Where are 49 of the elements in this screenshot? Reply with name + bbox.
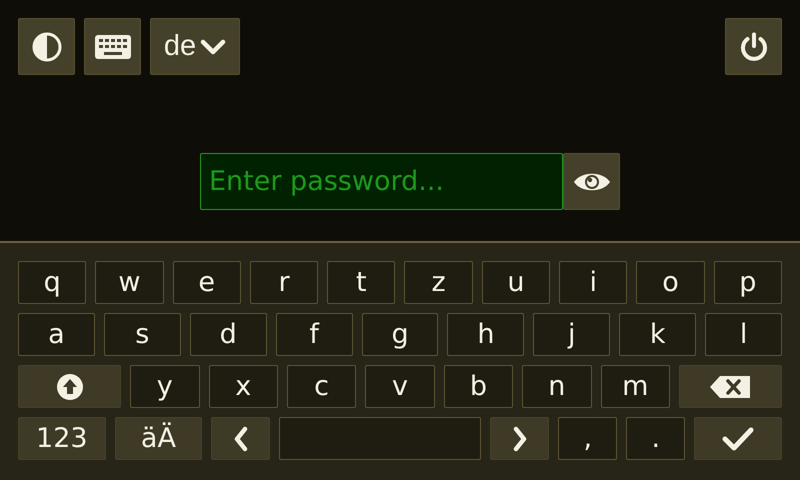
- shift-icon: [56, 372, 84, 400]
- mode-key[interactable]: 123: [18, 417, 106, 460]
- keyboard-key[interactable]: t: [327, 261, 396, 304]
- keyboard-key[interactable]: q: [18, 261, 86, 304]
- right-key[interactable]: [490, 417, 550, 460]
- left-key[interactable]: [211, 417, 270, 460]
- keyboard-key[interactable]: p: [714, 261, 782, 304]
- keyboard-key[interactable]: v: [365, 365, 435, 408]
- keyboard-key[interactable]: j: [533, 313, 610, 356]
- checkmark-icon: [722, 426, 754, 450]
- chevron-right-icon: [512, 426, 528, 452]
- show-password-button[interactable]: [563, 153, 620, 210]
- keyboard-key[interactable]: r: [250, 261, 318, 304]
- keyboard-key[interactable]: n: [522, 365, 592, 408]
- keyboard-key[interactable]: i: [559, 261, 628, 304]
- keyboard-key[interactable]: h: [447, 313, 524, 356]
- keyboard-key[interactable]: ,: [558, 417, 618, 460]
- keyboard-key[interactable]: .: [626, 417, 686, 460]
- keyboard-key[interactable]: f: [276, 313, 353, 356]
- keyboard-key[interactable]: y: [130, 365, 200, 408]
- enter-key[interactable]: [694, 417, 782, 460]
- language-dropdown[interactable]: de: [150, 18, 240, 75]
- mode-key[interactable]: äÄ: [114, 417, 202, 460]
- contrast-button[interactable]: [18, 18, 75, 75]
- keyboard-button[interactable]: [84, 18, 141, 75]
- keyboard-key[interactable]: l: [705, 313, 782, 356]
- shift-key[interactable]: [18, 365, 122, 408]
- keyboard-key[interactable]: b: [444, 365, 514, 408]
- keyboard-key[interactable]: g: [362, 313, 438, 356]
- password-field[interactable]: Enter password...: [200, 153, 563, 210]
- keyboard-key[interactable]: x: [208, 365, 278, 408]
- keyboard-key[interactable]: z: [404, 261, 473, 304]
- keyboard-key[interactable]: d: [190, 313, 267, 356]
- keyboard-key[interactable]: e: [172, 261, 241, 304]
- keyboard-key[interactable]: k: [619, 313, 696, 356]
- chevron-down-icon: [200, 38, 226, 56]
- keyboard-key[interactable]: a: [18, 313, 95, 356]
- backspace-icon: [710, 376, 750, 398]
- contrast-icon: [30, 30, 62, 62]
- keyboard-key[interactable]: m: [600, 365, 670, 408]
- keyboard-icon: [94, 34, 130, 58]
- keyboard-key[interactable]: c: [286, 365, 356, 408]
- keyboard-key[interactable]: u: [482, 261, 550, 304]
- keyboard-key[interactable]: w: [95, 261, 164, 304]
- keyboard-key[interactable]: s: [104, 313, 181, 356]
- backspace-key[interactable]: [678, 365, 782, 408]
- power-button[interactable]: [725, 18, 782, 75]
- keyboard-key[interactable]: o: [636, 261, 705, 304]
- chevron-left-icon: [232, 426, 249, 452]
